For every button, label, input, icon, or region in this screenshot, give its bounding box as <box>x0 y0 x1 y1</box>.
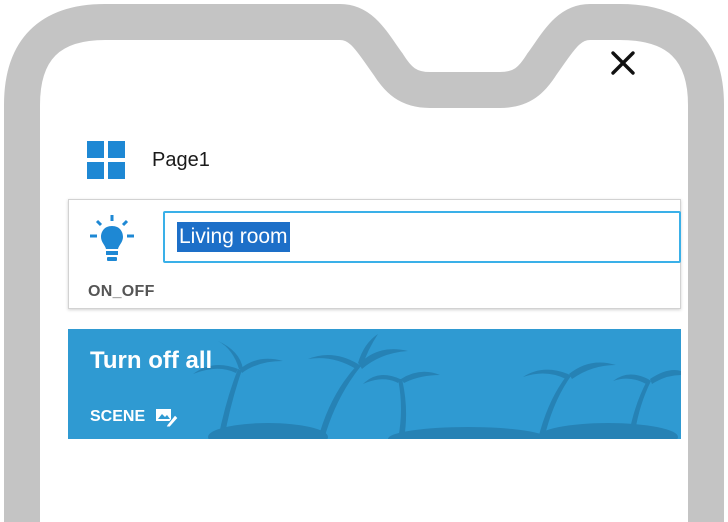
device-name-value: Living room <box>177 222 290 252</box>
device-name-input[interactable]: Living room <box>163 211 681 263</box>
device-type-label: ON_OFF <box>88 283 155 300</box>
grid-icon <box>87 141 125 179</box>
scene-title: Turn off all <box>90 347 213 374</box>
page-name: Page1 <box>152 148 210 171</box>
device-card[interactable]: Living room ON_OFF <box>68 199 681 309</box>
phone-screen: Page1 Living room ON_OFF Turn off all SC… <box>0 0 728 522</box>
scene-tag-label: SCENE <box>90 408 146 425</box>
lightbulb-icon <box>90 215 134 261</box>
scene-tag: SCENE <box>90 406 179 428</box>
edit-scene-icon[interactable] <box>155 406 179 428</box>
scene-card[interactable]: Turn off all SCENE <box>68 329 681 439</box>
page-selector[interactable]: Page1 <box>86 140 210 180</box>
close-icon[interactable] <box>606 46 640 80</box>
